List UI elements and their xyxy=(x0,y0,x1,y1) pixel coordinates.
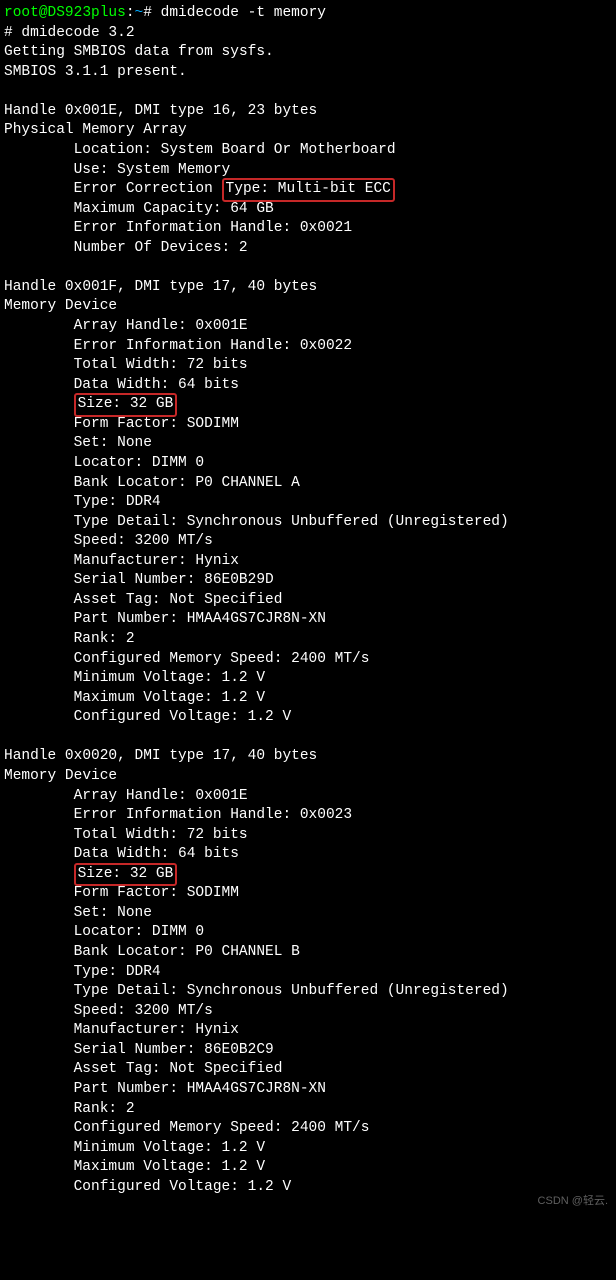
dev2-form-factor: Form Factor: SODIMM xyxy=(4,884,612,904)
dev1-min-voltage: Minimum Voltage: 1.2 V xyxy=(4,669,612,689)
ecc-highlight: Type: Multi-bit ECC xyxy=(222,178,395,202)
dev1-manufacturer: Manufacturer: Hynix xyxy=(4,552,612,572)
smbios-source: Getting SMBIOS data from sysfs. xyxy=(4,43,612,63)
array-max-capacity: Maximum Capacity: 64 GB xyxy=(4,200,612,220)
array-error-correction: Error Correction Type: Multi-bit ECC xyxy=(4,180,612,200)
dev2-conf-voltage: Configured Voltage: 1.2 V xyxy=(4,1178,612,1198)
size-highlight-1: Size: 32 GB xyxy=(74,393,178,417)
dev1-conf-voltage: Configured Voltage: 1.2 V xyxy=(4,708,612,728)
dev2-data-width: Data Width: 64 bits xyxy=(4,845,612,865)
size-highlight-2: Size: 32 GB xyxy=(74,863,178,887)
dev2-asset: Asset Tag: Not Specified xyxy=(4,1060,612,1080)
dev1-type-detail: Type Detail: Synchronous Unbuffered (Unr… xyxy=(4,513,612,533)
prompt-sep: : xyxy=(126,5,135,21)
command-text: dmidecode -t memory xyxy=(161,5,326,21)
array-handle: Handle 0x001E, DMI type 16, 23 bytes xyxy=(4,102,612,122)
prompt-hash: # xyxy=(143,5,152,21)
dev2-max-voltage: Maximum Voltage: 1.2 V xyxy=(4,1158,612,1178)
prompt-line[interactable]: root@DS923plus:~# dmidecode -t memory xyxy=(4,4,612,24)
dev2-rank: Rank: 2 xyxy=(4,1100,612,1120)
dev1-size: Size: 32 GB xyxy=(4,395,612,415)
dev1-set: Set: None xyxy=(4,434,612,454)
dev2-min-voltage: Minimum Voltage: 1.2 V xyxy=(4,1139,612,1159)
dev1-speed: Speed: 3200 MT/s xyxy=(4,532,612,552)
dev1-form-factor: Form Factor: SODIMM xyxy=(4,415,612,435)
dev2-title: Memory Device xyxy=(4,767,612,787)
dev2-type-detail: Type Detail: Synchronous Unbuffered (Unr… xyxy=(4,982,612,1002)
dev2-speed: Speed: 3200 MT/s xyxy=(4,1002,612,1022)
dev1-bank: Bank Locator: P0 CHANNEL A xyxy=(4,474,612,494)
dev1-conf-speed: Configured Memory Speed: 2400 MT/s xyxy=(4,650,612,670)
dev1-total-width: Total Width: 72 bits xyxy=(4,356,612,376)
dev1-array-handle: Array Handle: 0x001E xyxy=(4,317,612,337)
prompt-user: root@DS923plus xyxy=(4,5,126,21)
dmidecode-version: # dmidecode 3.2 xyxy=(4,24,612,44)
array-location: Location: System Board Or Motherboard xyxy=(4,141,612,161)
dev2-total-width: Total Width: 72 bits xyxy=(4,826,612,846)
dev1-max-voltage: Maximum Voltage: 1.2 V xyxy=(4,689,612,709)
dev1-handle: Handle 0x001F, DMI type 17, 40 bytes xyxy=(4,278,612,298)
dev2-size: Size: 32 GB xyxy=(4,865,612,885)
dev1-error-handle: Error Information Handle: 0x0022 xyxy=(4,337,612,357)
dev2-conf-speed: Configured Memory Speed: 2400 MT/s xyxy=(4,1119,612,1139)
prompt-path: ~ xyxy=(135,5,144,21)
smbios-version: SMBIOS 3.1.1 present. xyxy=(4,63,612,83)
dev1-part: Part Number: HMAA4GS7CJR8N-XN xyxy=(4,610,612,630)
dev1-rank: Rank: 2 xyxy=(4,630,612,650)
dev2-handle: Handle 0x0020, DMI type 17, 40 bytes xyxy=(4,747,612,767)
array-error-handle: Error Information Handle: 0x0021 xyxy=(4,219,612,239)
watermark: CSDN @轻云. xyxy=(538,1194,608,1209)
dev1-serial: Serial Number: 86E0B29D xyxy=(4,571,612,591)
dev2-locator: Locator: DIMM 0 xyxy=(4,923,612,943)
dev1-locator: Locator: DIMM 0 xyxy=(4,454,612,474)
dev2-type: Type: DDR4 xyxy=(4,963,612,983)
array-num-devices: Number Of Devices: 2 xyxy=(4,239,612,259)
array-title: Physical Memory Array xyxy=(4,121,612,141)
dev1-asset: Asset Tag: Not Specified xyxy=(4,591,612,611)
dev2-serial: Serial Number: 86E0B2C9 xyxy=(4,1041,612,1061)
terminal-output: root@DS923plus:~# dmidecode -t memory # … xyxy=(4,4,612,1197)
dev2-set: Set: None xyxy=(4,904,612,924)
dev2-error-handle: Error Information Handle: 0x0023 xyxy=(4,806,612,826)
dev2-part: Part Number: HMAA4GS7CJR8N-XN xyxy=(4,1080,612,1100)
dev1-title: Memory Device xyxy=(4,297,612,317)
dev1-type: Type: DDR4 xyxy=(4,493,612,513)
dev2-array-handle: Array Handle: 0x001E xyxy=(4,787,612,807)
dev2-manufacturer: Manufacturer: Hynix xyxy=(4,1021,612,1041)
dev2-bank: Bank Locator: P0 CHANNEL B xyxy=(4,943,612,963)
